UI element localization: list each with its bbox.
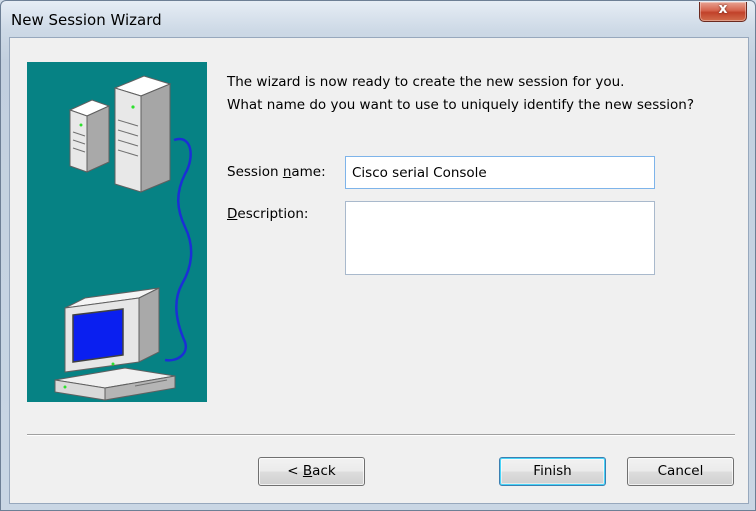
session-name-label-part: ame: [291, 164, 326, 180]
session-name-label: Session name: [227, 164, 326, 180]
close-icon: x [718, 1, 728, 17]
title-bar[interactable]: New Session Wizard x [1, 1, 755, 37]
intro-line-1: The wizard is now ready to create the ne… [227, 74, 625, 90]
back-button-label: < [287, 463, 303, 479]
wizard-illustration-panel [27, 62, 207, 402]
description-label-part: escription: [237, 206, 309, 222]
cancel-button[interactable]: Cancel [627, 457, 734, 486]
server-computer-connection-illustration [54, 75, 193, 401]
intro-line-2: What name do you want to use to uniquely… [227, 97, 695, 113]
back-button-label: ack [312, 463, 336, 479]
back-button[interactable]: < Back [258, 457, 365, 486]
close-button[interactable]: x [699, 1, 747, 22]
computer-icon [54, 287, 176, 401]
wizard-intro-text: The wizard is now ready to create the ne… [227, 71, 737, 117]
back-button-accesskey: B [302, 463, 313, 479]
window-title: New Session Wizard [11, 11, 162, 29]
wizard-window: New Session Wizard x The wizard is now r… [0, 0, 756, 511]
description-label: Description: [227, 206, 308, 222]
session-name-input[interactable] [345, 156, 655, 189]
button-separator [27, 434, 735, 436]
description-input[interactable] [345, 201, 655, 275]
session-name-label-part: Session [227, 164, 283, 180]
small-server-icon [68, 99, 111, 173]
large-server-icon [113, 75, 172, 193]
wizard-client-area: The wizard is now ready to create the ne… [9, 37, 749, 504]
description-label-accesskey: D [227, 206, 238, 222]
finish-button[interactable]: Finish [499, 457, 606, 486]
